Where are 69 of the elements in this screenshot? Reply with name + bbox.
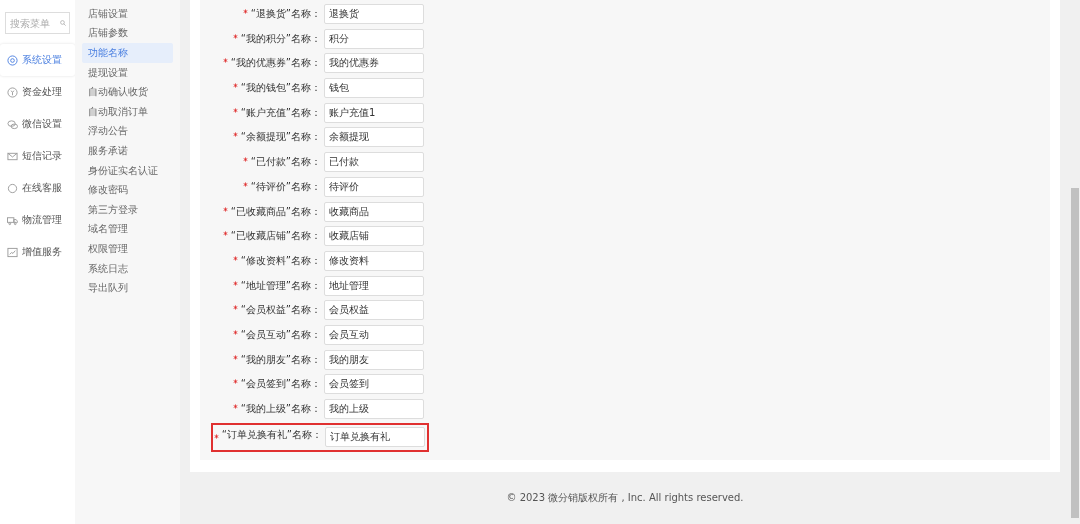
name-input[interactable]: 修改资料	[324, 250, 424, 271]
gear-icon	[7, 54, 18, 66]
name-input[interactable]: 我的优惠券	[324, 53, 424, 74]
field-label: “待评价”名称：	[212, 176, 324, 197]
submenu-item[interactable]: 权限管理	[82, 239, 173, 259]
submenu-item[interactable]: 浮动公告	[82, 121, 173, 142]
nav-item[interactable]: 短信记录	[0, 140, 75, 172]
field-label: “账户充值”名称：	[212, 102, 324, 123]
name-input[interactable]: 会员互动	[324, 324, 424, 345]
field-label: “订单兑换有礼”名称：	[213, 426, 325, 441]
name-input[interactable]: 会员权益	[324, 300, 424, 321]
nav-item[interactable]: 微信设置	[0, 108, 75, 140]
submenu-item[interactable]: 自动确认收货	[82, 82, 173, 102]
name-input[interactable]: 收藏商品	[324, 201, 424, 222]
name-input[interactable]: 钱包	[324, 78, 424, 99]
field-label: “我的优惠券”名称：	[212, 53, 324, 74]
field-label: “退换货”名称：	[212, 4, 324, 24]
field-label: “已收藏商品”名称：	[212, 201, 324, 222]
submenu-item[interactable]: 店铺参数	[82, 23, 173, 44]
chat-icon	[7, 118, 18, 130]
name-input[interactable]: 订单兑换有礼	[325, 426, 425, 447]
name-input[interactable]: 我的朋友	[324, 349, 424, 370]
field-label: “会员权益”名称：	[212, 300, 324, 321]
submenu-item[interactable]: 身份证实名认证	[82, 160, 173, 181]
truck-icon	[7, 214, 18, 226]
name-input[interactable]: 已付款	[324, 152, 424, 173]
name-input[interactable]: 收藏店铺	[324, 226, 424, 247]
name-input[interactable]: 账户充值1	[324, 102, 424, 123]
chart-icon	[7, 246, 18, 258]
field-label: “已收藏店铺”名称：	[212, 226, 324, 247]
chat-bubble-icon	[7, 182, 18, 194]
submenu-item[interactable]: 服务承诺	[82, 141, 173, 161]
field-label: “地址管理”名称：	[212, 275, 324, 296]
nav-item[interactable]: 物流管理	[0, 204, 75, 236]
field-label: “我的钱包”名称：	[212, 78, 324, 99]
name-input[interactable]: 地址管理	[324, 275, 424, 296]
field-label: “已付款”名称：	[212, 152, 324, 173]
submenu-item[interactable]: 系统日志	[82, 258, 173, 279]
mail-icon	[7, 150, 18, 162]
submenu-item[interactable]: 第三方登录	[82, 199, 173, 220]
search-field[interactable]: 搜索菜单	[5, 12, 70, 34]
field-label: “会员互动”名称：	[212, 324, 324, 345]
name-input[interactable]: 会员签到	[324, 374, 424, 395]
field-label: “余额提现”名称：	[212, 127, 324, 148]
submenu-item[interactable]: 自动取消订单	[82, 101, 173, 122]
field-label: “修改资料”名称：	[212, 250, 324, 271]
submenu-item[interactable]: 导出队列	[82, 278, 173, 298]
submenu-item[interactable]: 店铺设置	[82, 4, 173, 24]
copyright-text: © 2023 微分销版权所有 , Inc. All rights reserved.	[505, 491, 745, 505]
submenu-item[interactable]: 功能名称	[82, 43, 173, 63]
field-label: “我的朋友”名称：	[212, 349, 324, 370]
submenu-item[interactable]: 修改密码	[82, 180, 173, 200]
submenu-item[interactable]: 提现设置	[82, 62, 173, 83]
nav-item[interactable]: 资金处理	[0, 76, 75, 108]
nav-item[interactable]: 增值服务	[0, 236, 75, 268]
name-input[interactable]: 退换货	[324, 4, 424, 24]
submenu-item[interactable]: 域名管理	[82, 219, 173, 240]
name-input[interactable]: 积分	[324, 28, 424, 49]
coin-icon	[7, 86, 18, 98]
scrollbar[interactable]	[1071, 188, 1079, 518]
field-label: “我的积分”名称：	[212, 28, 324, 49]
name-input[interactable]: 我的上级	[324, 399, 424, 419]
field-label: “会员签到”名称：	[212, 374, 324, 395]
nav-item[interactable]: 系统设置	[0, 44, 75, 76]
name-input[interactable]: 余额提现	[324, 127, 424, 148]
field-label: “我的上级”名称：	[212, 399, 324, 419]
name-input[interactable]: 待评价	[324, 176, 424, 197]
nav-item[interactable]: 在线客服	[0, 172, 75, 204]
search-icon	[60, 20, 66, 26]
